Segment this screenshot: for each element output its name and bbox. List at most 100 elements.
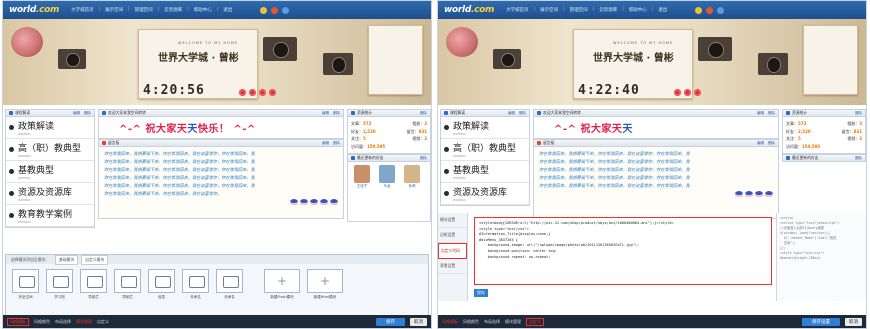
- nav-home[interactable]: 大学城首页: [71, 7, 94, 13]
- category-item[interactable]: 高（职）教典型 worlduc: [441, 139, 529, 161]
- banner-photo: [368, 25, 423, 95]
- top-nav: 大学城首页 | 展示空间 | 管理空间 | 云资源库 | 帮助中心 | 退出: [71, 7, 233, 13]
- banner-title: 世界大学城 · 曾彬: [158, 53, 239, 64]
- module-icon: [102, 111, 106, 115]
- module-item[interactable]: 导航栏: [80, 269, 107, 300]
- stats-box: 文章：572 相册：3 好友：2,520 留言：831 关注：5 视频：3 访问量：1…: [782, 117, 866, 154]
- nav-show-space[interactable]: 展示空间: [540, 7, 558, 13]
- delete-button[interactable]: 删除: [768, 141, 775, 146]
- module-list: 完全空间 学习档 导航栏 导航栏 信息 未命名 未命名 + 新建Flash模块 +…: [6, 264, 428, 305]
- nav-home[interactable]: 大学城首页: [506, 7, 529, 13]
- notes-body: 你在等我回来，我想要留下来，你在等我回来，我在这里等你，你在等我回来，我 你在等…: [98, 147, 344, 219]
- friend-avatar[interactable]: 王佳宁: [351, 165, 373, 218]
- delete-button[interactable]: 删除: [84, 111, 91, 116]
- nav-help[interactable]: 帮助中心: [194, 7, 212, 13]
- plus-icon: +: [264, 269, 300, 293]
- site-logo[interactable]: world.com: [444, 5, 494, 15]
- delete-button[interactable]: 删除: [333, 141, 340, 146]
- message-icon[interactable]: [260, 6, 268, 14]
- new-html-module[interactable]: + 新建Html模块: [307, 269, 343, 300]
- categories-header: 课程解读 编辑 删除: [440, 109, 530, 117]
- delete-button[interactable]: 删除: [420, 156, 427, 161]
- tab-basic-modules[interactable]: 基础模块: [54, 254, 79, 265]
- category-item[interactable]: 教育教学案例 worlduc: [6, 205, 94, 227]
- camera-decoration: [263, 37, 297, 61]
- nav-logout[interactable]: 退出: [223, 7, 232, 13]
- category-item[interactable]: 政策解读 worlduc: [441, 117, 529, 139]
- category-item[interactable]: 基教典型 worlduc: [441, 161, 529, 183]
- delete-button[interactable]: 删除: [768, 111, 775, 116]
- tab-layout[interactable]: 布局选择: [55, 319, 71, 325]
- sidebar-item-border-settings[interactable]: 边框设置: [438, 228, 467, 243]
- delete-button[interactable]: 删除: [855, 111, 862, 116]
- nav-cloud-library[interactable]: 云资源库: [164, 7, 182, 13]
- editor-sidebar: 模块设置 边框设置 自定义代码 背景设置: [438, 213, 468, 301]
- notification-icon[interactable]: [271, 6, 279, 14]
- new-flash-module[interactable]: + 新建Flash模块: [264, 269, 300, 300]
- category-item[interactable]: 基教典型 worlduc: [6, 161, 94, 183]
- tab-module-manage[interactable]: 模块管理: [505, 319, 521, 325]
- greeting-banner: ^-^ 祝大家天天快乐！ ^-^: [98, 117, 344, 139]
- nav-manage-space[interactable]: 管理空间: [570, 7, 588, 13]
- module-item[interactable]: 学习档: [46, 269, 73, 300]
- space-editor-left: world.com 大学城首页 | 展示空间 | 管理空间 | 云资源库 | 帮助中心 |…: [2, 0, 432, 329]
- content-area: 课程解读 编辑 删除 政策解读 worlduc 高（职）教典型 worlduc 基教…: [438, 109, 866, 315]
- message-icon[interactable]: [695, 6, 703, 14]
- edit-button[interactable]: 编辑: [73, 111, 80, 116]
- tab-custom[interactable]: 自定义: [526, 317, 544, 326]
- cancel-button[interactable]: 取消: [410, 317, 427, 326]
- save-button[interactable]: 保存: [376, 317, 405, 326]
- tab-style-template[interactable]: 风格模板: [442, 319, 458, 325]
- category-item[interactable]: 资源及资源库 worlduc: [441, 183, 529, 205]
- edit-button[interactable]: 编辑: [757, 111, 764, 116]
- friend-avatar[interactable]: 马龙: [376, 165, 398, 218]
- banner-clock: 4:22:40: [578, 83, 640, 98]
- bullet-icon: [9, 213, 14, 218]
- sidebar-item-module-settings[interactable]: 模块设置: [438, 213, 467, 228]
- notification-icon[interactable]: [706, 6, 714, 14]
- save-settings-button[interactable]: 保存设置: [802, 317, 840, 326]
- user-icon[interactable]: [282, 6, 290, 14]
- module-item[interactable]: 导航栏: [114, 269, 141, 300]
- category-item[interactable]: 高（职）教典型 worlduc: [6, 139, 94, 161]
- sidebar-item-background[interactable]: 背景设置: [438, 259, 467, 274]
- edit-button[interactable]: 编辑: [322, 141, 329, 146]
- sidebar-item-custom-code[interactable]: 自定义代码: [438, 243, 467, 259]
- delete-button[interactable]: 删除: [420, 111, 427, 116]
- delete-button[interactable]: 删除: [519, 111, 526, 116]
- module-item[interactable]: 未命名: [216, 269, 243, 300]
- notes-header: 留言板 编辑 删除: [533, 139, 779, 147]
- module-item[interactable]: 完全空间: [12, 269, 39, 300]
- site-logo[interactable]: world.com: [9, 5, 59, 15]
- code-save-button[interactable]: 保存: [474, 289, 488, 297]
- camera-decoration: [698, 37, 732, 61]
- nav-help[interactable]: 帮助中心: [629, 7, 647, 13]
- module-item[interactable]: 信息: [148, 269, 175, 300]
- greeting-header: 欢迎大家来我空间转转 编辑 删除: [98, 109, 344, 117]
- delete-button[interactable]: 删除: [855, 156, 862, 161]
- tab-layout[interactable]: 布局选择: [484, 319, 500, 325]
- user-icon[interactable]: [717, 6, 725, 14]
- edit-button[interactable]: 编辑: [322, 111, 329, 116]
- tab-style-color[interactable]: 风格颜色: [463, 319, 479, 325]
- module-item[interactable]: 未命名: [182, 269, 209, 300]
- nav-manage-space[interactable]: 管理空间: [135, 7, 153, 13]
- tab-custom[interactable]: 自定义: [97, 319, 109, 325]
- edit-button[interactable]: 编辑: [757, 141, 764, 146]
- nav-show-space[interactable]: 展示空间: [105, 7, 123, 13]
- tab-module-manage[interactable]: 模块管理: [76, 319, 92, 325]
- delete-button[interactable]: 删除: [333, 111, 340, 116]
- edit-button[interactable]: 编辑: [508, 111, 515, 116]
- code-textarea[interactable]: <style>body{CURSOR:url("http://pic.51.co…: [474, 217, 772, 285]
- greeting-banner: ^-^ 祝大家天天: [533, 117, 779, 139]
- friend-avatar[interactable]: 孙莉: [401, 165, 423, 218]
- cancel-button[interactable]: 取消: [845, 317, 862, 326]
- tab-custom-modules[interactable]: 自定义模块: [81, 254, 109, 265]
- tab-style-color[interactable]: 风格颜色: [34, 319, 50, 325]
- category-item[interactable]: 政策解读 worlduc: [6, 117, 94, 139]
- nav-logout[interactable]: 退出: [658, 7, 667, 13]
- nav-cloud-library[interactable]: 云资源库: [599, 7, 617, 13]
- tab-style-template[interactable]: 风格模板: [7, 317, 29, 326]
- category-item[interactable]: 资源及资源库 worlduc: [6, 183, 94, 205]
- top-nav-bar: world.com 大学城首页 | 展示空间 | 管理空间 | 云资源库 | 帮助中心 |…: [438, 1, 866, 19]
